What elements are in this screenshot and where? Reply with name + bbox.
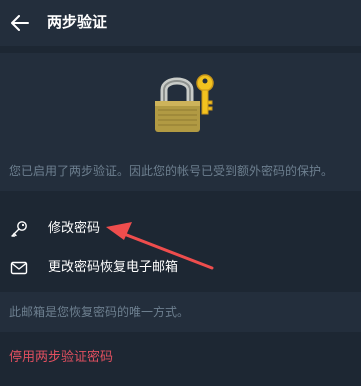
disable-two-step-label: 停用两步验证密码: [9, 350, 114, 365]
two-step-enabled-text: 您已启用了两步验证。因此您的帐号已受到额外密码的保护。: [9, 164, 334, 178]
page-title: 两步验证: [47, 13, 108, 31]
padlock-with-key-icon: [155, 74, 214, 132]
change-recovery-email-item[interactable]: 更改密码恢复电子邮箱: [0, 249, 361, 287]
status-panel: 您已启用了两步验证。因此您的帐号已受到额外密码的保护。: [0, 53, 361, 191]
change-password-item[interactable]: 修改密码: [0, 210, 361, 248]
top-bar: 两步验证: [0, 0, 361, 46]
recovery-email-note-text: 此邮箱是您恢复密码的唯一方式。: [9, 305, 190, 319]
change-recovery-email-label: 更改密码恢复电子邮箱: [48, 260, 179, 275]
arrow-left-icon: [11, 15, 29, 31]
envelope-icon: [10, 261, 28, 275]
recovery-email-note: 此邮箱是您恢复密码的唯一方式。: [0, 292, 361, 332]
back-button[interactable]: [6, 9, 34, 37]
disable-two-step-button[interactable]: 停用两步验证密码: [0, 338, 361, 376]
change-password-label: 修改密码: [48, 221, 101, 236]
key-icon: [11, 221, 27, 237]
